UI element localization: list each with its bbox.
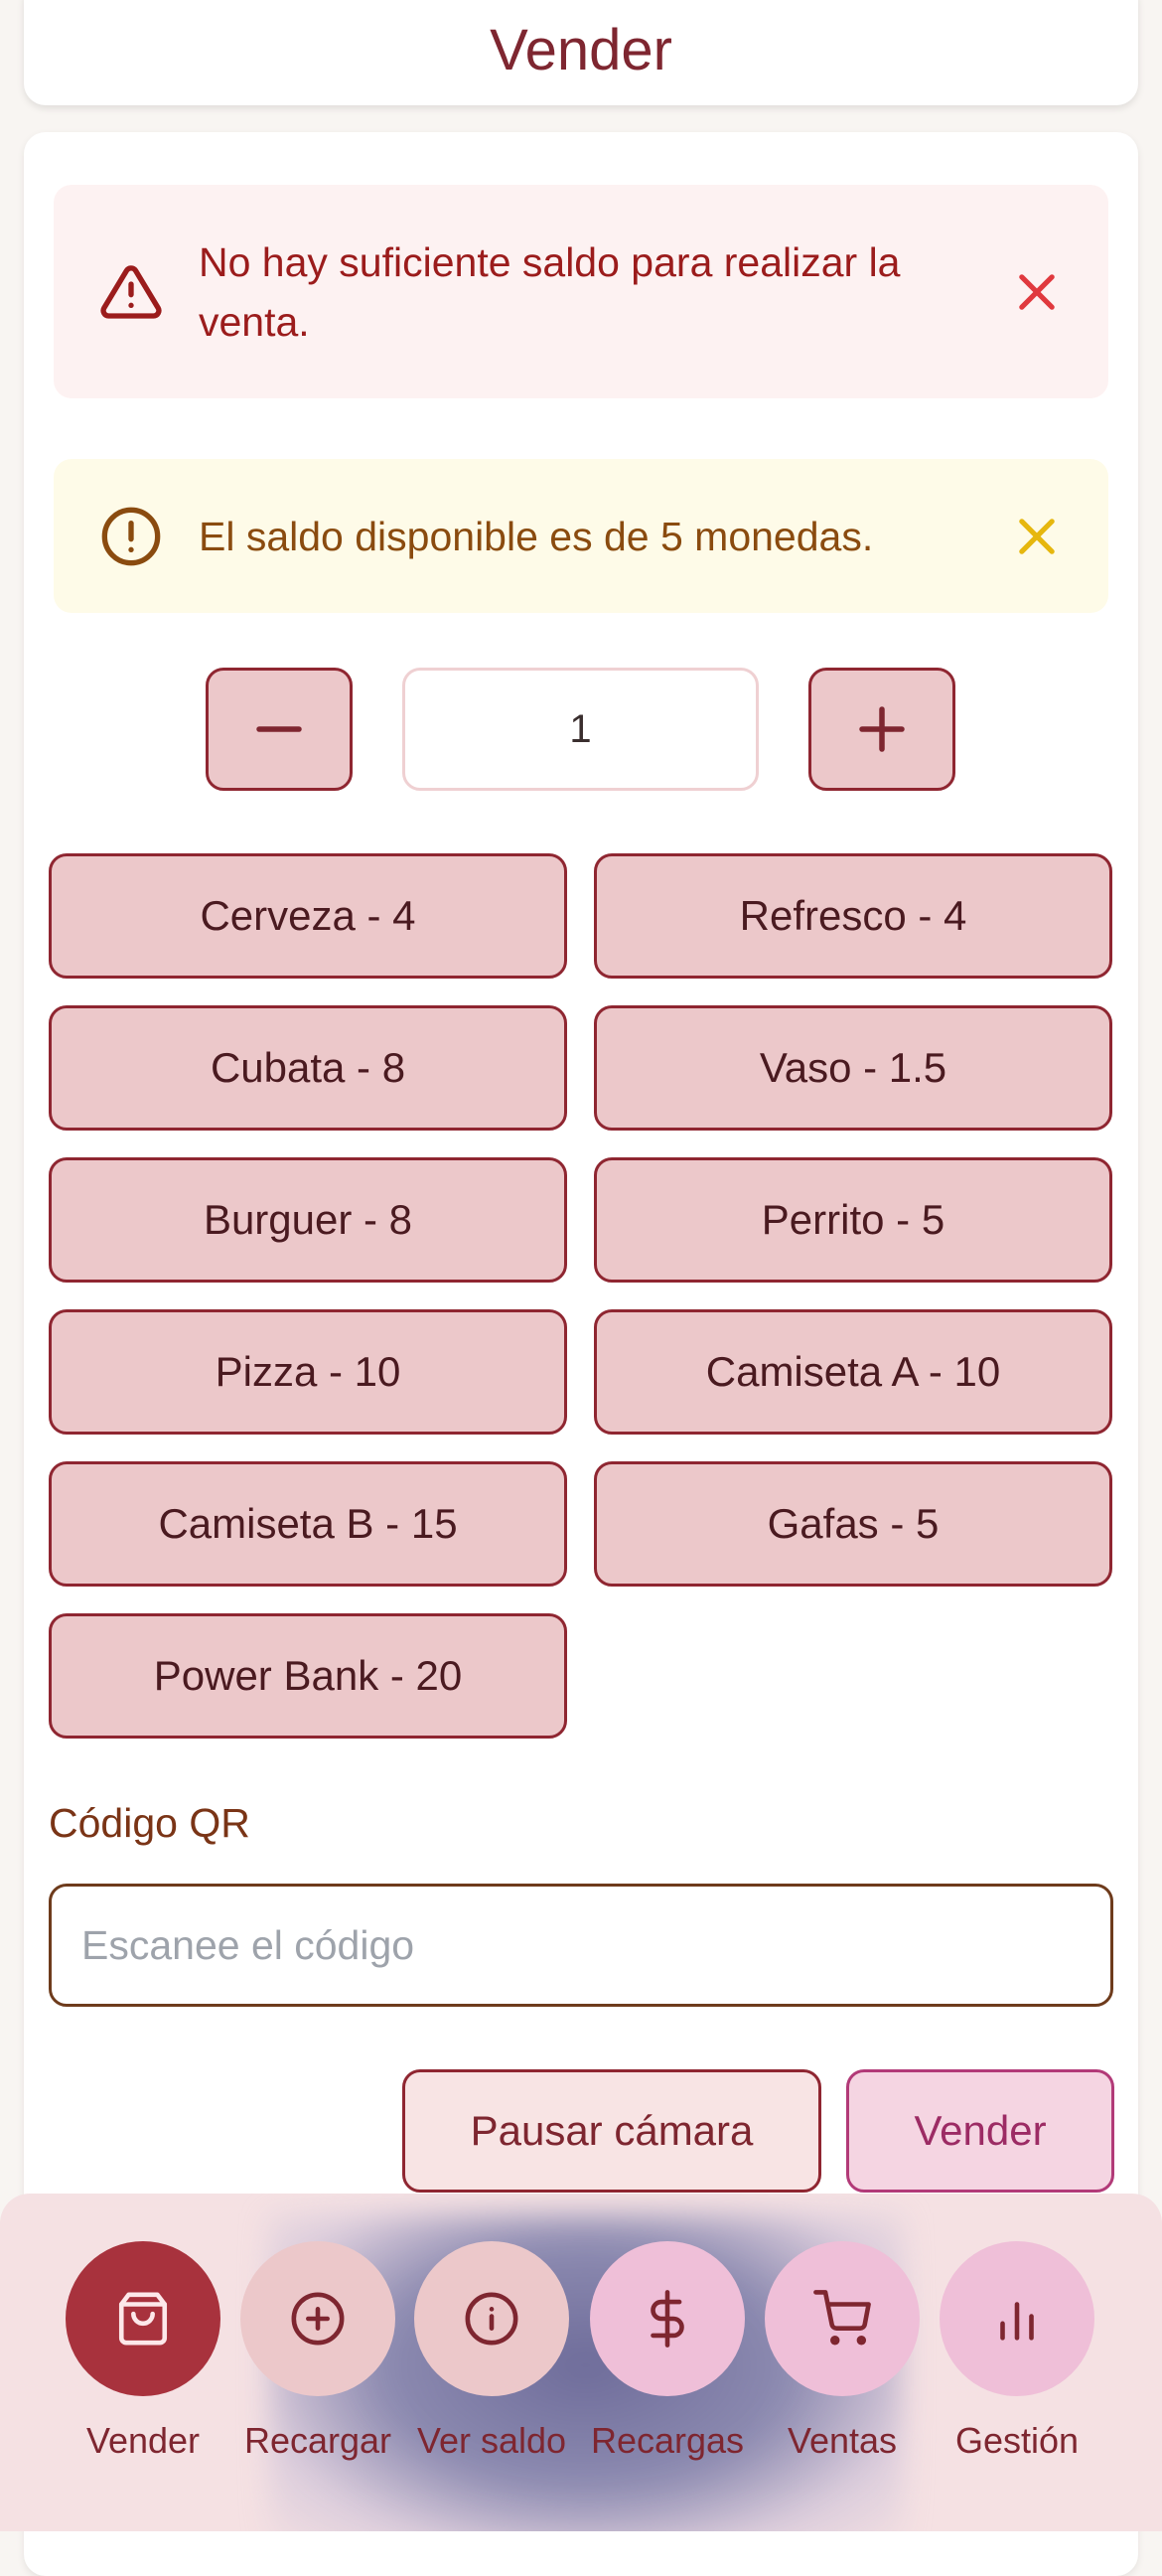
product-button[interactable]: Vaso - 1.5 <box>594 1005 1112 1131</box>
nav-label: Recargar <box>243 2420 392 2461</box>
sell-button[interactable]: Vender <box>846 2069 1114 2193</box>
warning-triangle-icon <box>100 264 162 319</box>
quantity-input[interactable] <box>402 668 759 791</box>
close-icon <box>1019 518 1055 554</box>
product-button[interactable]: Cubata - 8 <box>49 1005 567 1131</box>
plus-circle-icon <box>291 2292 345 2346</box>
warning-alert-text: El saldo disponible es de 5 monedas. <box>199 513 874 559</box>
nav-item-ventas[interactable]: Ventas <box>753 2241 932 2462</box>
pause-camera-button[interactable]: Pausar cámara <box>402 2069 821 2193</box>
product-button[interactable]: Refresco - 4 <box>594 853 1112 979</box>
nav-label: Recargas <box>590 2420 745 2461</box>
product-button[interactable]: Gafas - 5 <box>594 1461 1112 1587</box>
shopping-bag-icon <box>118 2292 168 2346</box>
close-warning-alert-button[interactable] <box>1011 511 1063 562</box>
bar-chart-icon <box>1000 2302 1034 2341</box>
close-icon <box>1019 273 1055 310</box>
nav-item-recargar[interactable]: Recargar <box>228 2241 407 2462</box>
dollar-icon <box>651 2290 684 2348</box>
product-button[interactable]: Power Bank - 20 <box>49 1613 567 1739</box>
cart-icon <box>813 2290 871 2346</box>
increment-quantity-button[interactable] <box>808 668 955 791</box>
exclamation-circle-icon <box>101 507 161 565</box>
error-alert-text: No hay suficiente saldo para realizar la… <box>199 238 901 345</box>
page-title: Vender <box>490 18 672 82</box>
minus-icon <box>256 726 302 732</box>
warning-alert: El saldo disponible es de 5 monedas. <box>54 459 1108 613</box>
product-button[interactable]: Perrito - 5 <box>594 1157 1112 1283</box>
nav-label: Ventas <box>787 2420 898 2461</box>
bottom-nav: Vender Recargar Ver saldo Recargas Venta… <box>0 2194 1162 2531</box>
nav-item-gestion[interactable]: Gestión <box>928 2241 1106 2462</box>
nav-item-vender[interactable]: Vender <box>54 2241 232 2462</box>
product-button[interactable]: Cerveza - 4 <box>49 853 567 979</box>
nav-item-ver-saldo[interactable]: Ver saldo <box>402 2241 581 2462</box>
product-button[interactable]: Pizza - 10 <box>49 1309 567 1435</box>
product-button[interactable]: Burguer - 8 <box>49 1157 567 1283</box>
qr-code-input[interactable] <box>49 1884 1113 2007</box>
nav-item-recargas[interactable]: Recargas <box>578 2241 757 2462</box>
decrement-quantity-button[interactable] <box>206 668 353 791</box>
plus-icon <box>859 706 905 752</box>
header-card: Vender <box>24 0 1138 105</box>
error-alert: No hay suficiente saldo para realizar la… <box>54 185 1108 398</box>
nav-label: Gestión <box>954 2420 1080 2461</box>
product-button[interactable]: Camiseta A - 10 <box>594 1309 1112 1435</box>
product-button[interactable]: Camiseta B - 15 <box>49 1461 567 1587</box>
close-error-alert-button[interactable] <box>1011 266 1063 318</box>
nav-label: Vender <box>85 2420 201 2461</box>
qr-code-label: Código QR <box>49 1800 250 1846</box>
info-circle-icon <box>465 2292 518 2346</box>
nav-label: Ver saldo <box>416 2420 567 2461</box>
